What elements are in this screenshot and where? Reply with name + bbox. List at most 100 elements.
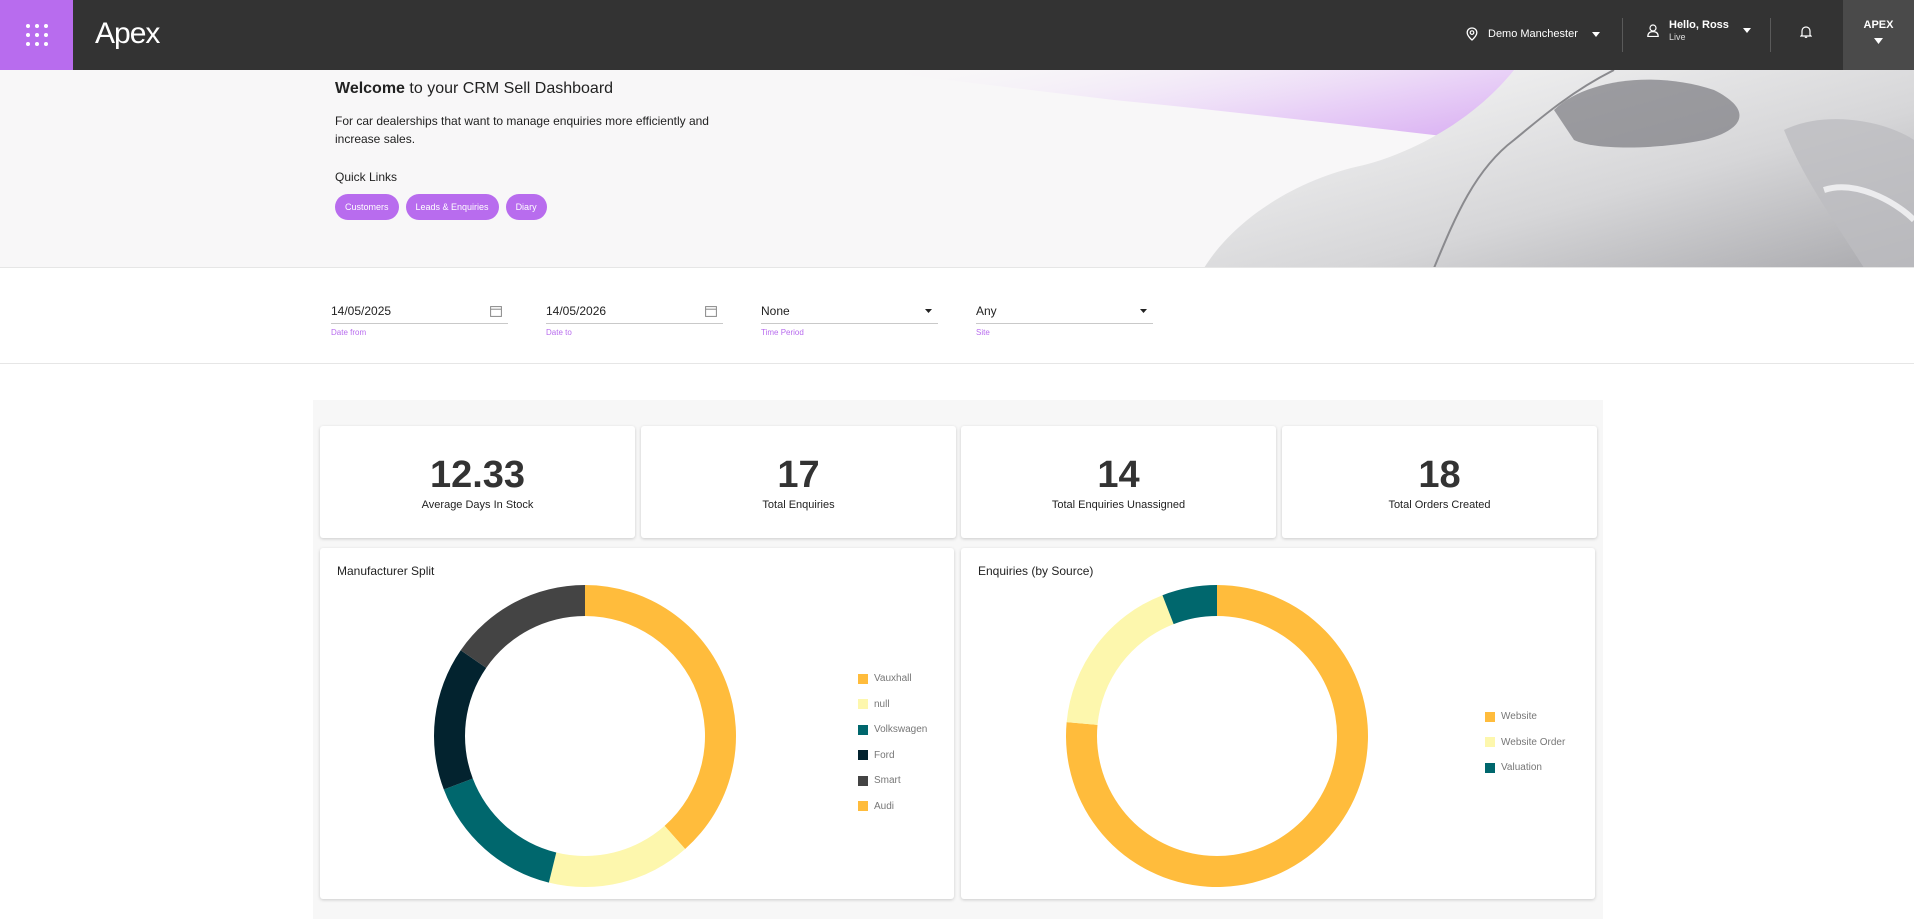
manufacturer-legend: Vauxhall null Volkswagen Ford Smart Audi <box>858 666 927 819</box>
welcome-rest: to your CRM Sell Dashboard <box>409 80 614 97</box>
stat-value: 17 <box>777 454 820 496</box>
stat-value: 18 <box>1418 454 1461 496</box>
donut-slice-volkswagen[interactable] <box>443 778 557 883</box>
welcome-heading: Welcome to your CRM Sell Dashboard <box>335 80 735 98</box>
site-select[interactable]: Any Site <box>976 298 1153 337</box>
enquiries-by-source-card: Enquiries (by Source) Website Website Ord… <box>961 548 1595 899</box>
location-name: Demo Manchester <box>1488 28 1578 40</box>
legend-item[interactable]: null <box>858 692 927 718</box>
legend-swatch <box>1485 737 1495 748</box>
user-status: Live <box>1669 32 1686 43</box>
date-to-label: Date to <box>546 328 572 337</box>
donut-slice-website-order[interactable] <box>1066 595 1174 725</box>
date-from-label: Date from <box>331 328 367 337</box>
legend-item[interactable]: Website Order <box>1485 730 1565 756</box>
stat-card-unassigned: 14 Total Enquiries Unassigned <box>961 426 1276 538</box>
time-period-label: Time Period <box>761 328 804 337</box>
quick-link-diary[interactable]: Diary <box>505 194 547 220</box>
quick-link-leads-enquiries[interactable]: Leads & Enquiries <box>405 194 499 220</box>
legend-label: Smart <box>874 775 901 787</box>
logo-text: Apex <box>95 17 160 50</box>
donut-slice-ford[interactable] <box>434 650 487 790</box>
location-selector[interactable]: Demo Manchester <box>1466 22 1600 46</box>
calendar-icon[interactable] <box>490 305 502 317</box>
stat-value: 12.33 <box>429 454 526 496</box>
legend-label: Website Order <box>1501 736 1566 748</box>
legend-label: Website <box>1501 711 1537 723</box>
legend-swatch <box>858 699 868 710</box>
legend-swatch <box>858 673 868 684</box>
stat-label: Total Enquiries Unassigned <box>1051 499 1186 511</box>
calendar-icon[interactable] <box>705 305 717 317</box>
stat-card-total-enquiries: 17 Total Enquiries <box>641 426 956 538</box>
date-to-value: 14/05/2026 <box>546 303 607 318</box>
stat-label: Total Enquiries <box>762 499 835 511</box>
legend-swatch <box>858 801 868 812</box>
legend-label: Ford <box>874 749 895 761</box>
time-period-select[interactable]: None Time Period <box>761 298 938 337</box>
legend-item[interactable]: Vauxhall <box>858 666 927 692</box>
filters-bar: 14/05/2025 Date from 14/05/2026 Date to … <box>0 268 1914 364</box>
legend-label: null <box>874 698 890 710</box>
user-greeting: Hello, Ross <box>1669 19 1729 31</box>
legend-item[interactable]: Audi <box>858 794 927 820</box>
donut-slice-vauxhall[interactable] <box>585 585 736 850</box>
hero-banner: Welcome to your CRM Sell Dashboard For c… <box>0 70 1914 268</box>
legend-item[interactable]: Ford <box>858 743 927 769</box>
date-from-field[interactable]: 14/05/2025 Date from <box>331 298 508 337</box>
legend-label: Valuation <box>1501 762 1542 774</box>
caret-down-icon <box>1140 308 1147 313</box>
hero-description: For car dealerships that want to manage … <box>335 114 709 146</box>
legend-swatch <box>1485 762 1495 773</box>
map-pin-icon <box>1466 27 1478 41</box>
legend-item[interactable]: Volkswagen <box>858 717 927 743</box>
stat-card-avg-days: 12.33 Average Days In Stock <box>320 426 635 538</box>
legend-label: Vauxhall <box>874 673 912 685</box>
caret-down-icon <box>1591 31 1600 37</box>
stat-label: Average Days In Stock <box>421 499 534 511</box>
time-period-value: None <box>761 303 790 318</box>
top-bar: Apex Demo Manchester Hello, Ross Live AP… <box>0 0 1914 70</box>
legend-swatch <box>1485 711 1495 722</box>
caret-down-icon <box>1742 28 1751 34</box>
header-divider <box>1770 18 1771 52</box>
caret-down-icon <box>1874 38 1883 44</box>
site-label: Site <box>976 328 990 337</box>
date-to-field[interactable]: 14/05/2026 Date to <box>546 298 723 337</box>
apex-account-button[interactable]: APEX <box>1843 0 1914 70</box>
header-divider <box>1622 18 1623 52</box>
enquiries-donut-chart <box>1066 585 1368 887</box>
legend-item[interactable]: Valuation <box>1485 755 1565 781</box>
donut-slice-smart[interactable] <box>460 585 585 668</box>
stat-value: 14 <box>1097 454 1140 496</box>
legend-item[interactable]: Smart <box>858 768 927 794</box>
hero-car-image <box>864 70 1914 267</box>
date-from-value: 14/05/2025 <box>331 303 392 318</box>
quick-links-title: Quick Links <box>335 170 398 184</box>
bell-icon <box>1799 26 1813 38</box>
stat-card-orders-created: 18 Total Orders Created <box>1282 426 1597 538</box>
welcome-bold: Welcome <box>335 80 405 97</box>
apex-label: APEX <box>1863 19 1894 31</box>
legend-swatch <box>858 775 868 786</box>
legend-item[interactable]: Website <box>1485 704 1565 730</box>
quick-links: Customers Leads & Enquiries Diary <box>335 194 735 220</box>
grid-icon <box>25 24 48 46</box>
dashboard-panel: 12.33 Average Days In Stock 17 Total Enq… <box>313 400 1603 919</box>
manufacturer-split-card: Manufacturer Split Vauxhall null Volkswage… <box>320 548 954 899</box>
quick-link-customers[interactable]: Customers <box>335 194 399 220</box>
chart-title: Manufacturer Split <box>337 564 435 578</box>
apps-menu-button[interactable] <box>0 0 73 70</box>
legend-label: Audi <box>874 800 895 812</box>
apex-logo[interactable]: Apex <box>95 14 160 54</box>
site-value: Any <box>976 303 997 318</box>
user-icon <box>1647 24 1659 38</box>
manufacturer-donut-chart <box>434 585 736 887</box>
stat-label: Total Orders Created <box>1388 499 1491 511</box>
donut-slice-null[interactable] <box>548 825 686 887</box>
legend-swatch <box>858 724 868 735</box>
enquiries-legend: Website Website Order Valuation <box>1485 704 1565 781</box>
notifications-button[interactable] <box>1799 25 1813 44</box>
user-menu[interactable]: Hello, Ross Live <box>1647 19 1751 43</box>
legend-label: Volkswagen <box>874 724 928 736</box>
